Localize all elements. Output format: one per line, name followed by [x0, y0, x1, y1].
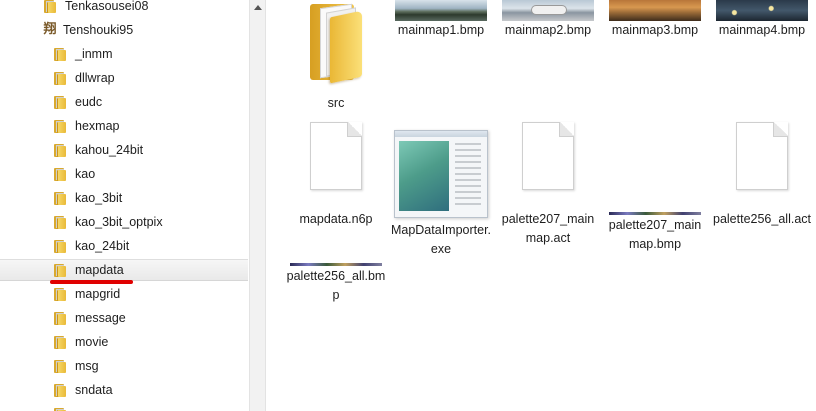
tree-item-kao-3bit[interactable]: kao_3bit [54, 187, 122, 209]
document-icon [310, 122, 362, 190]
folder-icon [54, 143, 68, 157]
app-kanji-icon: 翔 [43, 22, 57, 37]
folder-icon [54, 215, 68, 229]
folder-icon [54, 191, 68, 205]
red-annotation-underline [50, 280, 133, 284]
tree-item-label: msg [75, 359, 99, 373]
file-name: src [327, 96, 345, 110]
folder-icon [54, 47, 68, 61]
document-icon [522, 122, 574, 190]
file-name: MapDataImporter.exe [390, 223, 492, 256]
tree-item-kahou-24bit[interactable]: kahou_24bit [54, 139, 143, 161]
tree-item-dllwrap[interactable]: dllwrap [54, 67, 115, 89]
tree-item-label: kao_3bit [75, 191, 123, 205]
tree-item-label: mapdata [75, 263, 124, 277]
file-item-mainmap4[interactable]: mainmap4.bmp [710, 0, 814, 40]
folder-icon [54, 167, 68, 181]
folder-icon [54, 383, 68, 397]
folder-tree: Tenkasousei08 翔 Tenshouki95 _inmm dllwra… [0, 0, 248, 411]
file-item-mapdata-n6p[interactable]: mapdata.n6p [284, 122, 388, 229]
file-item-palette256-all-bmp[interactable]: palette256_all.bmp [284, 259, 388, 305]
folder-icon [54, 287, 68, 301]
file-item-src[interactable]: src [284, 0, 388, 113]
tree-item-partial[interactable] [54, 403, 75, 411]
folder-icon [54, 239, 68, 253]
tree-item-label: kao_24bit [75, 239, 130, 253]
tree-item-label: kahou_24bit [75, 143, 144, 157]
file-name: mapdata.n6p [299, 212, 373, 226]
tree-item-inmm[interactable]: _inmm [54, 43, 113, 65]
folder-icon [54, 359, 68, 373]
tree-item-eudc[interactable]: eudc [54, 91, 102, 113]
tree-item-tenkasousei08[interactable]: Tenkasousei08 [44, 0, 148, 17]
folder-icon [306, 0, 366, 84]
tree-item-tenshouki95[interactable]: 翔 Tenshouki95 [42, 19, 133, 41]
tree-item-label: message [75, 311, 126, 325]
tree-item-mapgrid[interactable]: mapgrid [54, 283, 120, 305]
tree-item-label: mapgrid [75, 287, 121, 301]
file-item-mainmap3[interactable]: mainmap3.bmp [603, 0, 707, 40]
folder-icon [54, 71, 68, 85]
tree-item-kao-3bit-optpix[interactable]: kao_3bit_optpix [54, 211, 163, 233]
file-item-palette207-mainmap-bmp[interactable]: palette207_mainmap.bmp [603, 122, 707, 254]
tree-item-label: movie [75, 335, 109, 349]
tree-item-label: hexmap [75, 119, 120, 133]
tree-scrollbar[interactable] [249, 0, 266, 411]
file-item-palette256-all-act[interactable]: palette256_all.act [710, 122, 814, 229]
folder-icon [54, 407, 68, 411]
folder-icon [54, 311, 68, 325]
tree-item-mapdata[interactable]: mapdata [0, 259, 248, 281]
file-name: mainmap4.bmp [718, 23, 806, 37]
tree-item-sndata[interactable]: sndata [54, 379, 113, 401]
image-thumbnail-icon [502, 0, 594, 21]
image-thumbnail-icon [290, 263, 382, 266]
file-name: palette207_mainmap.act [501, 212, 595, 245]
tree-item-label: Tenshouki95 [63, 23, 134, 37]
file-name: palette256_all.bmp [286, 269, 386, 302]
tree-item-kao-24bit[interactable]: kao_24bit [54, 235, 129, 257]
tree-item-message[interactable]: message [54, 307, 126, 329]
scroll-up-arrow-icon[interactable] [250, 0, 265, 15]
tree-item-label: eudc [75, 95, 103, 109]
tree-item-movie[interactable]: movie [54, 331, 108, 353]
tree-item-label: dllwrap [75, 71, 115, 85]
folder-icon [44, 0, 58, 13]
tree-item-label: Tenkasousei08 [65, 0, 149, 13]
image-thumbnail-icon [609, 0, 701, 21]
file-name: palette207_mainmap.bmp [608, 218, 702, 251]
document-icon [736, 122, 788, 190]
folder-icon [54, 263, 68, 277]
image-thumbnail-icon [609, 212, 701, 215]
folder-icon [54, 95, 68, 109]
file-item-mainmap1[interactable]: mainmap1.bmp [389, 0, 493, 40]
image-thumbnail-icon [716, 0, 808, 21]
file-item-mainmap2[interactable]: mainmap2.bmp [496, 0, 600, 40]
file-name: mainmap2.bmp [504, 23, 592, 37]
tree-item-hexmap[interactable]: hexmap [54, 115, 119, 137]
tree-item-msg[interactable]: msg [54, 355, 99, 377]
file-name: mainmap3.bmp [611, 23, 699, 37]
tree-item-label: kao [75, 167, 96, 181]
image-thumbnail-icon [395, 0, 487, 21]
folder-icon [54, 335, 68, 349]
tree-item-label: kao_3bit_optpix [75, 215, 163, 229]
file-name: palette256_all.act [713, 212, 811, 226]
file-list: src mainmap1.bmp mainmap2.bmp mainmap3.b… [267, 0, 816, 411]
tree-item-label: _inmm [75, 47, 113, 61]
folder-icon [54, 119, 68, 133]
file-item-palette207-mainmap-act[interactable]: palette207_mainmap.act [496, 122, 600, 248]
application-window-icon [394, 130, 488, 218]
file-name: mainmap1.bmp [397, 23, 485, 37]
tree-item-label: sndata [75, 383, 113, 397]
file-item-mapdataimporter-exe[interactable]: MapDataImporter.exe [389, 130, 493, 259]
tree-item-kao[interactable]: kao [54, 163, 95, 185]
